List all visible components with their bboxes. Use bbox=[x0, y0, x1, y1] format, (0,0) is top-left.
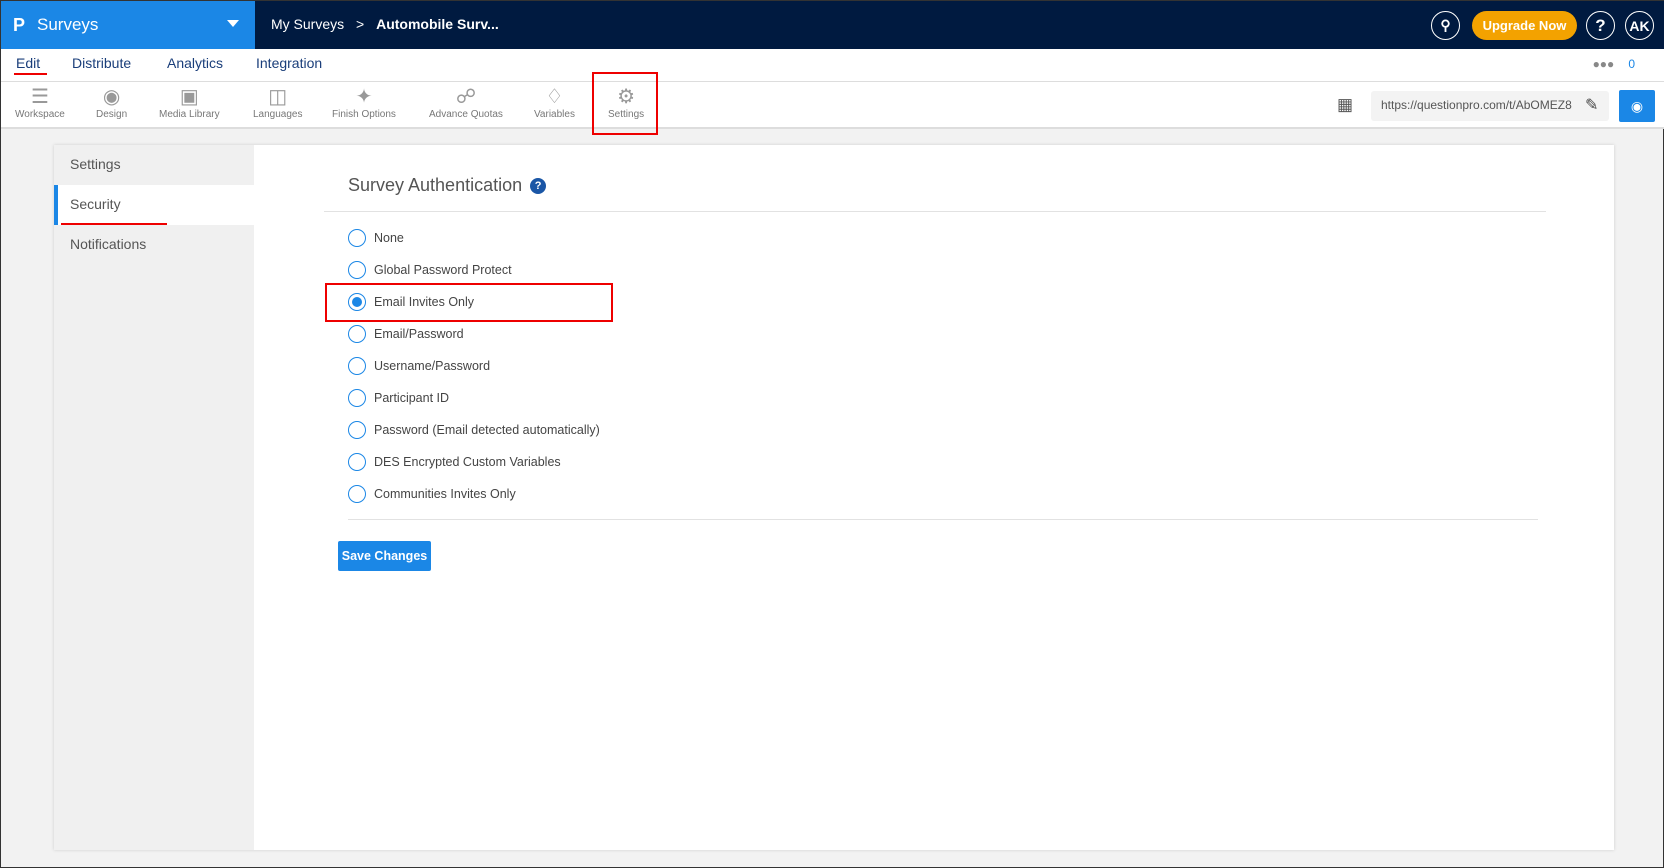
avatar[interactable]: AK bbox=[1625, 11, 1654, 40]
tool-media-library[interactable]: ▣ Media Library bbox=[159, 85, 220, 120]
chevron-down-icon bbox=[227, 20, 239, 27]
tool-label: Workspace bbox=[15, 109, 65, 120]
survey-url-field[interactable]: https://questionpro.com/t/AbOMEZ8 bbox=[1371, 91, 1609, 121]
tool-variables[interactable]: ♢ Variables bbox=[534, 85, 575, 120]
translate-icon: ◫ bbox=[268, 86, 288, 108]
tool-workspace[interactable]: ☰ Workspace bbox=[15, 85, 65, 120]
page-title: Survey Authentication? bbox=[348, 175, 547, 196]
breadcrumb-my-surveys[interactable]: My Surveys bbox=[271, 16, 344, 32]
auth-option-label: Communities Invites Only bbox=[374, 487, 516, 501]
section-title: Survey Authentication bbox=[348, 175, 523, 195]
auth-option[interactable]: Password (Email detected automatically) bbox=[348, 421, 600, 439]
top-bar: P Surveys My Surveys > Automobile Surv..… bbox=[1, 1, 1664, 49]
palette-icon: ◉ bbox=[102, 86, 121, 108]
auth-option[interactable]: Communities Invites Only bbox=[348, 485, 516, 503]
security-annotation-underline bbox=[61, 223, 167, 225]
radio-button[interactable] bbox=[348, 389, 366, 407]
tool-label: Media Library bbox=[159, 109, 220, 120]
upgrade-button[interactable]: Upgrade Now bbox=[1472, 11, 1577, 40]
tool-finish-options[interactable]: ✦ Finish Options bbox=[332, 85, 396, 120]
breadcrumb-separator: > bbox=[356, 16, 365, 32]
help-icon[interactable]: ? bbox=[530, 178, 547, 194]
radio-button[interactable] bbox=[348, 261, 366, 279]
auth-option[interactable]: Global Password Protect bbox=[348, 261, 512, 279]
settings-card: Settings Security Notifications Survey A… bbox=[54, 145, 1614, 850]
tool-label: Design bbox=[96, 109, 128, 120]
respondent-count[interactable]: ●●● 0 bbox=[1593, 57, 1635, 71]
questionpro-logo-icon: P bbox=[13, 14, 26, 35]
auth-option-label: Participant ID bbox=[374, 391, 450, 405]
divider bbox=[324, 211, 1546, 212]
sidebar-item-security[interactable]: Security bbox=[54, 185, 254, 225]
auth-option[interactable]: None bbox=[348, 229, 404, 247]
edit-annotation-underline bbox=[14, 73, 47, 75]
divider bbox=[348, 519, 1538, 520]
email-invites-annotation-box bbox=[325, 283, 613, 322]
tab-distribute[interactable]: Distribute bbox=[72, 55, 131, 71]
auth-option[interactable]: DES Encrypted Custom Variables bbox=[348, 453, 561, 471]
settings-annotation-box bbox=[592, 72, 658, 135]
radio-button[interactable] bbox=[348, 453, 366, 471]
tab-analytics[interactable]: Analytics bbox=[167, 55, 223, 71]
search-icon[interactable]: ⚲ bbox=[1431, 11, 1460, 40]
image-icon: ▣ bbox=[179, 86, 199, 108]
radio-button[interactable] bbox=[348, 485, 366, 503]
tool-advance-quotas[interactable]: ☍ Advance Quotas bbox=[429, 85, 503, 120]
link-icon: ☍ bbox=[455, 86, 477, 108]
main-tabs: Edit Distribute Analytics Integration bbox=[1, 49, 1664, 82]
preview-eye-button[interactable]: ◉ bbox=[1619, 90, 1655, 122]
help-button[interactable]: ? bbox=[1586, 11, 1615, 40]
tag-icon: ♢ bbox=[545, 86, 564, 108]
radio-button[interactable] bbox=[348, 421, 366, 439]
breadcrumb-current-survey: Automobile Surv... bbox=[376, 16, 499, 32]
tool-label: Languages bbox=[253, 109, 303, 120]
auth-option[interactable]: Username/Password bbox=[348, 357, 490, 375]
auth-option[interactable]: Participant ID bbox=[348, 389, 449, 407]
sidebar-item-notifications[interactable]: Notifications bbox=[54, 225, 254, 265]
edit-url-pencil-icon[interactable]: ✎ bbox=[1585, 95, 1598, 115]
tab-integration[interactable]: Integration bbox=[256, 55, 322, 71]
radio-button[interactable] bbox=[348, 357, 366, 375]
auth-option-label: DES Encrypted Custom Variables bbox=[374, 455, 561, 469]
save-changes-button[interactable]: Save Changes bbox=[338, 541, 431, 571]
product-switcher[interactable]: P Surveys bbox=[1, 1, 255, 49]
tool-label: Finish Options bbox=[332, 109, 396, 120]
magic-wand-icon: ✦ bbox=[355, 86, 373, 108]
auth-option-label: Global Password Protect bbox=[374, 263, 512, 277]
qr-code-icon[interactable]: ▦ bbox=[1337, 95, 1353, 115]
users-icon: ●●● bbox=[1592, 57, 1615, 71]
auth-option-label: Username/Password bbox=[374, 359, 491, 373]
radio-button[interactable] bbox=[348, 325, 366, 343]
tab-edit[interactable]: Edit bbox=[16, 55, 40, 71]
respondent-count-value: 0 bbox=[1628, 57, 1635, 71]
workspace-icon: ☰ bbox=[30, 86, 49, 108]
auth-option[interactable]: Email/Password bbox=[348, 325, 464, 343]
tool-label: Advance Quotas bbox=[429, 109, 503, 120]
settings-sidebar: Settings Security Notifications bbox=[54, 145, 254, 850]
breadcrumb: My Surveys > Automobile Surv... bbox=[271, 16, 507, 32]
auth-option-label: Email/Password bbox=[374, 327, 464, 341]
tool-design[interactable]: ◉ Design bbox=[96, 85, 127, 120]
auth-option-label: None bbox=[374, 231, 404, 245]
auth-option-label: Password (Email detected automatically) bbox=[374, 423, 600, 437]
tool-label: Variables bbox=[534, 109, 575, 120]
radio-button[interactable] bbox=[348, 229, 366, 247]
sidebar-item-settings[interactable]: Settings bbox=[54, 145, 254, 185]
product-name: Surveys bbox=[37, 15, 99, 34]
tool-languages[interactable]: ◫ Languages bbox=[253, 85, 303, 120]
